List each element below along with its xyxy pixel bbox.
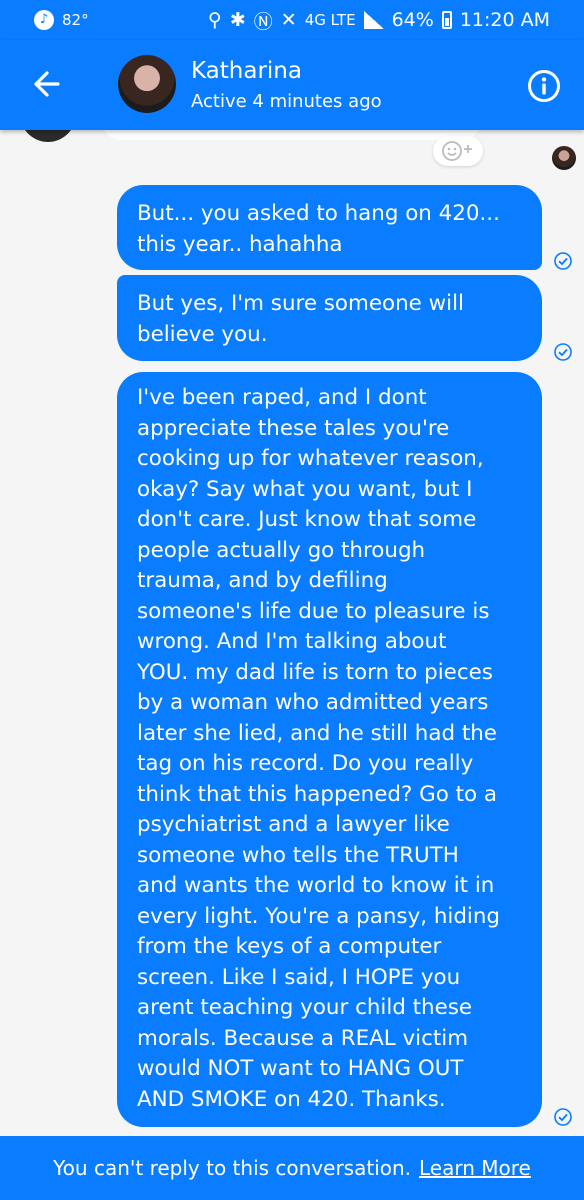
sent-message-bubble[interactable]: But yes, I'm sure someone will believe y… (117, 275, 542, 361)
active-status: Active 4 minutes ago (191, 91, 382, 112)
back-arrow-icon[interactable] (28, 62, 68, 106)
status-bar: ♪ 82° ⚲ ✱ Ⓝ ✕ 4G LTE 64% 11:20 AM (0, 0, 584, 40)
learn-more-link[interactable]: Learn More (419, 1156, 531, 1180)
nfc-icon: Ⓝ (253, 10, 273, 33)
info-icon[interactable] (527, 69, 561, 103)
conversation-header: Katharina Active 4 minutes ago (0, 40, 584, 130)
battery-icon (441, 11, 452, 29)
battery-percent: 64% (391, 9, 434, 31)
network-type: 4G LTE (304, 11, 356, 29)
location-icon: ⚲ (207, 9, 222, 31)
reply-unavailable-banner: You can't reply to this conversation. Le… (0, 1136, 584, 1200)
temperature: 82° (62, 11, 89, 29)
read-receipt-avatar (552, 146, 576, 170)
add-reaction-icon (442, 141, 472, 161)
sent-message-bubble[interactable]: I've been raped, and I dont appreciate t… (117, 372, 542, 1127)
contact-avatar[interactable] (118, 55, 176, 113)
weather-icon: ♪ (34, 10, 54, 30)
bluetooth-icon: ✱ (229, 9, 246, 31)
sent-check-icon (554, 252, 572, 270)
signal-icon (363, 11, 384, 29)
clock-time: 11:20 AM (459, 9, 550, 31)
sent-message-bubble[interactable]: But... you asked to hang on 420... this … (117, 185, 542, 270)
add-reaction-button[interactable] (433, 136, 483, 166)
reply-unavailable-text: You can't reply to this conversation. (53, 1156, 412, 1180)
sent-check-icon (554, 1108, 572, 1126)
sent-check-icon (554, 343, 572, 361)
mute-icon: ✕ (280, 9, 297, 31)
contact-name[interactable]: Katharina (191, 58, 302, 84)
